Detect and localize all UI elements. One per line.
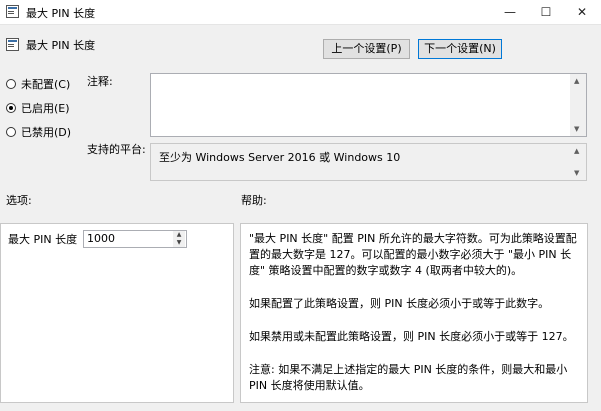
radio-button[interactable] — [6, 103, 16, 113]
options-header: 选项: — [6, 194, 32, 207]
radio-disabled[interactable]: 已禁用(D) — [6, 124, 71, 140]
help-text: "最大 PIN 长度" 配置 PIN 所允许的最大字符数。可为此策略设置配置的最… — [249, 231, 579, 411]
platform-scrollbar[interactable]: ▲ ▼ — [570, 144, 586, 180]
minimize-button[interactable]: — — [492, 0, 528, 24]
spin-down-icon[interactable]: ▼ — [173, 239, 185, 247]
scroll-down-icon[interactable]: ▼ — [574, 169, 579, 177]
spin-up-icon[interactable]: ▲ — [173, 231, 185, 239]
max-pin-length-label: 最大 PIN 长度 — [8, 233, 78, 246]
max-pin-length-spinbox[interactable]: 1000 ▲ ▼ — [83, 230, 187, 248]
help-paragraph: 如果配置了此策略设置，则 PIN 长度必须小于或等于此数字。 — [249, 297, 550, 310]
radio-button[interactable] — [6, 79, 16, 89]
radio-label: 未配置(C) — [21, 78, 71, 91]
platform-box: 至少为 Windows Server 2016 或 Windows 10 ▲ ▼ — [150, 143, 587, 181]
close-button[interactable]: ✕ — [564, 0, 600, 24]
title-bar: 最大 PIN 长度 — ☐ ✕ — [0, 0, 601, 25]
radio-label: 已启用(E) — [21, 102, 70, 115]
policy-icon — [6, 38, 19, 51]
policy-name: 最大 PIN 长度 — [26, 39, 96, 52]
scroll-down-icon[interactable]: ▼ — [574, 125, 579, 133]
scroll-up-icon[interactable]: ▲ — [574, 77, 579, 85]
window-title: 最大 PIN 长度 — [26, 7, 96, 20]
help-paragraph: 注意: 如果不满足上述指定的最大 PIN 长度的条件，则最大和最小 PIN 长度… — [249, 363, 568, 392]
platform-label: 支持的平台: — [87, 143, 146, 156]
previous-setting-button[interactable]: 上一个设置(P) — [323, 39, 410, 59]
next-setting-button[interactable]: 下一个设置(N) — [418, 39, 502, 59]
radio-not-configured[interactable]: 未配置(C) — [6, 76, 70, 92]
comment-label: 注释: — [87, 75, 113, 88]
help-scrollbar[interactable] — [588, 223, 601, 403]
radio-button[interactable] — [6, 127, 16, 137]
radio-enabled[interactable]: 已启用(E) — [6, 100, 70, 116]
maximize-button[interactable]: ☐ — [528, 0, 564, 24]
max-pin-length-value: 1000 — [87, 232, 115, 245]
policy-window-icon — [6, 5, 19, 18]
help-paragraph: 如果禁用或未配置此策略设置，则 PIN 长度必须小于或等于 127。 — [249, 330, 574, 343]
help-paragraph: "最大 PIN 长度" 配置 PIN 所允许的最大字符数。可为此策略设置配置的最… — [249, 232, 577, 277]
platform-value: 至少为 Windows Server 2016 或 Windows 10 — [159, 151, 401, 164]
comment-scrollbar[interactable]: ▲ ▼ — [570, 74, 586, 136]
help-header: 帮助: — [241, 194, 267, 207]
comment-textarea[interactable]: ▲ ▼ — [150, 73, 587, 137]
help-panel: "最大 PIN 长度" 配置 PIN 所允许的最大字符数。可为此策略设置配置的最… — [240, 223, 588, 403]
options-panel: 最大 PIN 长度 1000 ▲ ▼ — [0, 223, 234, 403]
scroll-up-icon[interactable]: ▲ — [574, 147, 579, 155]
radio-label: 已禁用(D) — [21, 126, 72, 139]
